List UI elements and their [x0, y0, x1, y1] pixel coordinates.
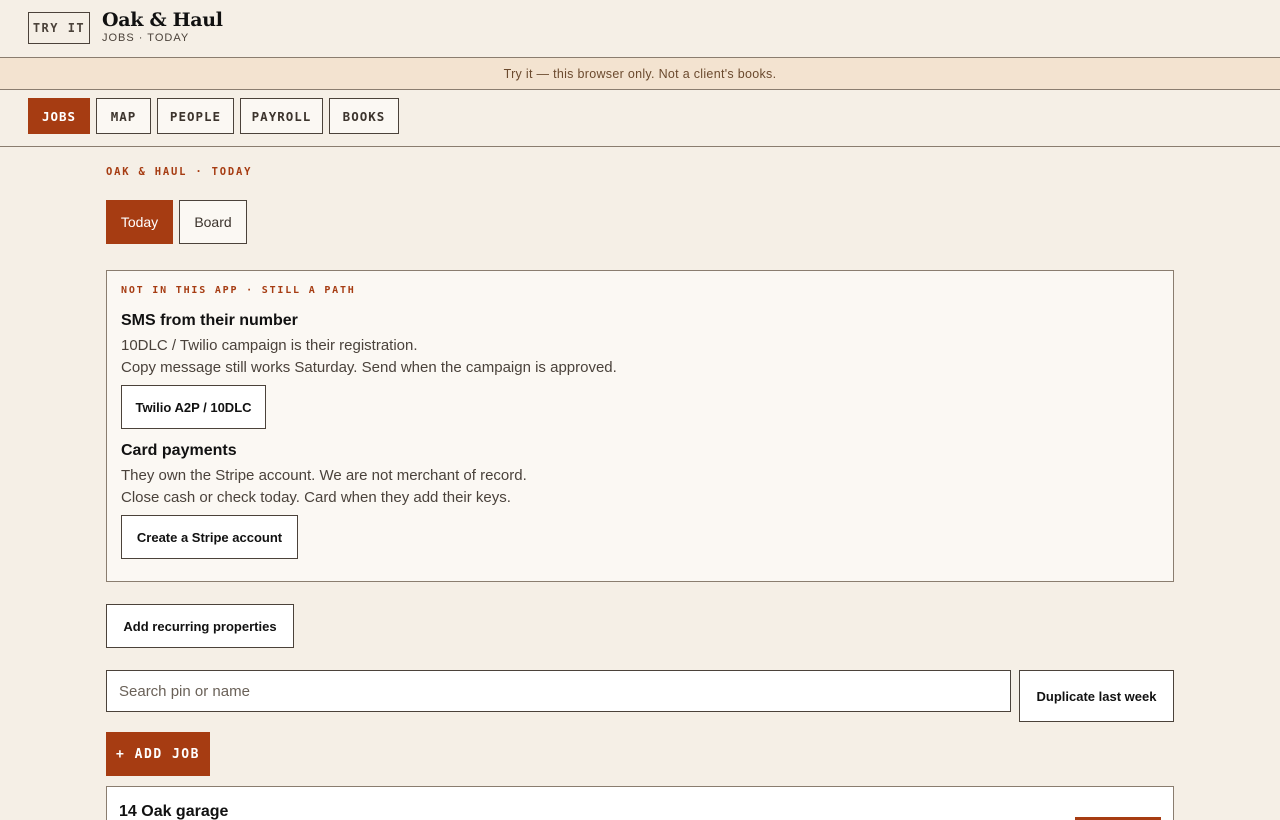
nav-tab-payroll[interactable]: PAYROLL: [240, 98, 323, 134]
brand: Oak & Haul JOBS · TODAY: [102, 9, 223, 44]
nav-tab-jobs[interactable]: JOBS: [28, 98, 90, 134]
tab-today[interactable]: Today: [106, 200, 173, 244]
card-payments-title: Card payments: [121, 442, 237, 459]
job-card[interactable]: 14 Oak garage: [106, 786, 1174, 820]
twilio-button[interactable]: Twilio A2P / 10DLC: [121, 385, 266, 429]
external-paths-card: NOT IN THIS APP · STILL A PATH SMS from …: [106, 270, 1174, 582]
nav-tab-books[interactable]: BOOKS: [329, 98, 399, 134]
page-eyebrow: OAK & HAUL · TODAY: [106, 166, 253, 178]
tab-board[interactable]: Board: [179, 200, 247, 244]
job-title: 14 Oak garage: [119, 803, 229, 820]
duplicate-last-week-button[interactable]: Duplicate last week: [1019, 670, 1174, 722]
demo-notice-banner: Try it — this browser only. Not a client…: [0, 58, 1280, 90]
sms-line-1: 10DLC / Twilio campaign is their registr…: [121, 337, 418, 354]
primary-nav: JOBS MAP PEOPLE PAYROLL BOOKS: [0, 90, 1280, 147]
card-payments-line-2: Close cash or check today. Card when the…: [121, 489, 511, 506]
brand-name: Oak & Haul: [102, 9, 223, 31]
sms-line-2: Copy message still works Saturday. Send …: [121, 359, 617, 376]
add-job-button[interactable]: + ADD JOB: [106, 732, 210, 776]
brand-subtitle: JOBS · TODAY: [102, 32, 190, 44]
nav-tab-map[interactable]: MAP: [96, 98, 151, 134]
sms-title: SMS from their number: [121, 312, 298, 329]
stripe-button[interactable]: Create a Stripe account: [121, 515, 298, 559]
card-payments-line-1: They own the Stripe account. We are not …: [121, 467, 527, 484]
nav-tab-people[interactable]: PEOPLE: [157, 98, 234, 134]
search-input[interactable]: [106, 670, 1011, 712]
top-header: TRY IT Oak & Haul JOBS · TODAY: [0, 0, 1280, 58]
add-recurring-button[interactable]: Add recurring properties: [106, 604, 294, 648]
try-it-badge[interactable]: TRY IT: [28, 12, 90, 44]
card-eyebrow: NOT IN THIS APP · STILL A PATH: [121, 285, 356, 296]
